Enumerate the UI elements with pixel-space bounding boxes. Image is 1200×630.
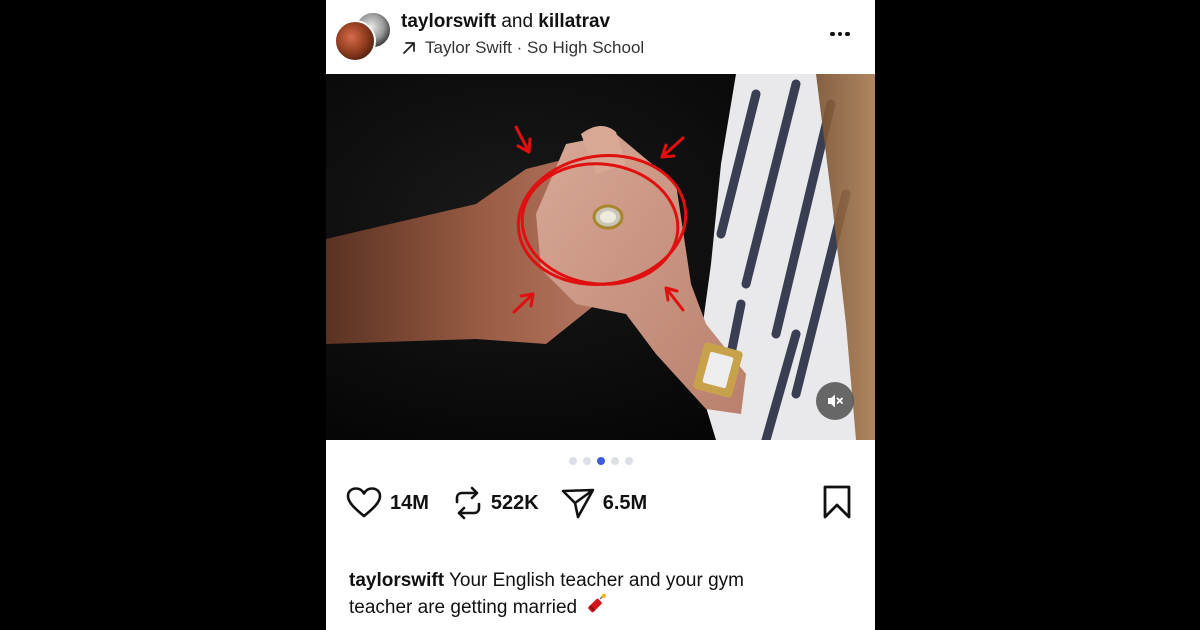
repost-button[interactable]: 522K	[453, 486, 539, 520]
caption-username[interactable]: taylorswift	[349, 570, 444, 591]
more-dot	[837, 31, 843, 37]
repost-count: 522K	[490, 491, 539, 514]
post-photo[interactable]	[326, 74, 875, 440]
like-button[interactable]: 14M	[346, 487, 429, 519]
carousel-dot[interactable]	[582, 457, 591, 465]
firecracker-icon	[588, 593, 607, 613]
send-icon	[561, 488, 595, 519]
authors-line: taylorswift and killatrav	[401, 11, 610, 33]
carousel-dot[interactable]	[624, 457, 633, 465]
save-button[interactable]	[822, 485, 852, 519]
avatar-stack[interactable]	[334, 10, 392, 62]
share-button[interactable]: 6.5M	[561, 487, 647, 519]
carousel-dot-active[interactable]	[596, 457, 605, 465]
heart-icon	[346, 487, 382, 518]
post-card: taylorswift and killatrav Taylor Swift ·…	[326, 0, 875, 630]
bookmark-icon	[823, 485, 851, 519]
post-caption: taylorswift Your English teacher and you…	[349, 569, 809, 620]
audio-link[interactable]: Taylor Swift · So High School	[401, 38, 644, 58]
avatar-taylorswift[interactable]	[334, 20, 376, 62]
engagement-photo	[326, 74, 875, 440]
more-options-button[interactable]	[822, 22, 858, 46]
more-dot	[845, 31, 850, 37]
mute-button[interactable]	[816, 382, 854, 420]
share-count: 6.5M	[602, 491, 648, 514]
author-primary[interactable]: taylorswift	[401, 11, 496, 32]
carousel-dot[interactable]	[568, 457, 577, 465]
carousel-indicator	[326, 457, 875, 467]
carousel-dot[interactable]	[610, 457, 619, 465]
like-count: 14M	[390, 491, 429, 514]
author-joiner: and	[501, 11, 534, 32]
action-bar: 14M 522K 6.5M	[346, 483, 647, 523]
audio-label: Taylor Swift · So High School	[425, 38, 645, 57]
arrow-up-right-icon	[403, 42, 415, 54]
author-secondary[interactable]: killatrav	[538, 11, 610, 32]
mute-icon	[828, 394, 843, 408]
post-header: taylorswift and killatrav Taylor Swift ·…	[326, 0, 875, 74]
more-horizontal-icon	[830, 31, 835, 37]
repost-icon	[455, 486, 481, 520]
